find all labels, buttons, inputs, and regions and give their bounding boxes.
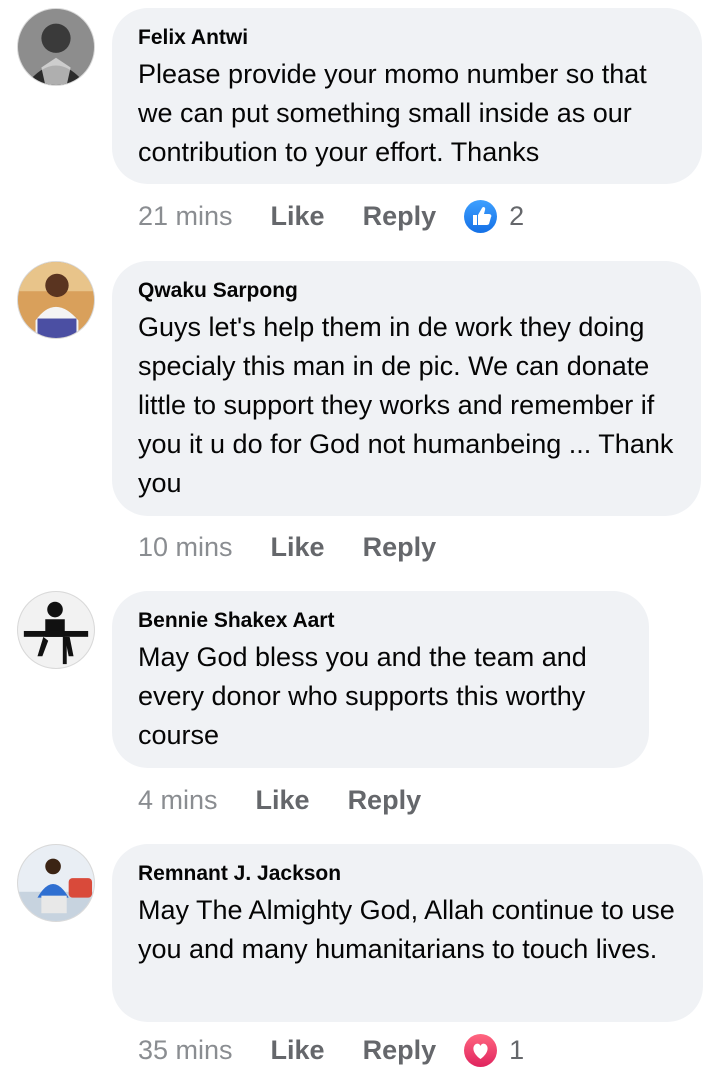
reply-button[interactable]: Reply bbox=[348, 785, 422, 816]
comment-actions: 4 mins Like Reply bbox=[138, 782, 459, 818]
reaction-summary[interactable]: 2 bbox=[464, 199, 525, 233]
like-button[interactable]: Like bbox=[256, 785, 310, 816]
reaction-count: 1 bbox=[509, 1034, 525, 1065]
comment-text: Guys let's help them in de work they doi… bbox=[138, 312, 674, 498]
heart-icon bbox=[464, 1033, 498, 1067]
avatar[interactable] bbox=[17, 261, 95, 339]
comment-bubble: Remnant J. Jackson May The Almighty God,… bbox=[112, 844, 703, 1022]
avatar-image bbox=[18, 592, 94, 668]
reaction-summary[interactable]: 1 bbox=[464, 1033, 525, 1067]
comment-timestamp[interactable]: 21 mins bbox=[138, 201, 233, 232]
comment-actions: 10 mins Like Reply bbox=[138, 529, 474, 565]
comment-actions: 35 mins Like Reply 1 bbox=[138, 1032, 524, 1068]
avatar-image bbox=[18, 9, 94, 85]
comment-author[interactable]: Bennie Shakex Aart bbox=[138, 608, 623, 634]
like-button[interactable]: Like bbox=[271, 532, 325, 563]
reply-button[interactable]: Reply bbox=[363, 1035, 437, 1066]
comment-text: Please provide your momo number so that … bbox=[138, 59, 647, 167]
avatar[interactable] bbox=[17, 8, 95, 86]
comment-text: May God bless you and the team and every… bbox=[138, 642, 587, 750]
comment-bubble: Qwaku Sarpong Guys let's help them in de… bbox=[112, 261, 701, 516]
comment-timestamp[interactable]: 35 mins bbox=[138, 1035, 233, 1066]
comment-author[interactable]: Remnant J. Jackson bbox=[138, 861, 677, 887]
avatar-image bbox=[18, 845, 94, 921]
comment-author[interactable]: Qwaku Sarpong bbox=[138, 278, 675, 304]
comment-text: May The Almighty God, Allah continue to … bbox=[138, 895, 675, 964]
avatar-image bbox=[18, 262, 94, 338]
reaction-count: 2 bbox=[509, 200, 525, 231]
like-icon bbox=[464, 199, 498, 233]
reply-button[interactable]: Reply bbox=[363, 201, 437, 232]
avatar[interactable] bbox=[17, 844, 95, 922]
avatar[interactable] bbox=[17, 591, 95, 669]
like-button[interactable]: Like bbox=[271, 1035, 325, 1066]
comment-timestamp[interactable]: 4 mins bbox=[138, 785, 218, 816]
comment-author[interactable]: Felix Antwi bbox=[138, 25, 676, 51]
reply-button[interactable]: Reply bbox=[363, 532, 437, 563]
comment-bubble: Bennie Shakex Aart May God bless you and… bbox=[112, 591, 649, 768]
comment-bubble: Felix Antwi Please provide your momo num… bbox=[112, 8, 702, 184]
comment-timestamp[interactable]: 10 mins bbox=[138, 532, 233, 563]
comment-actions: 21 mins Like Reply 2 bbox=[138, 198, 524, 234]
like-button[interactable]: Like bbox=[271, 201, 325, 232]
